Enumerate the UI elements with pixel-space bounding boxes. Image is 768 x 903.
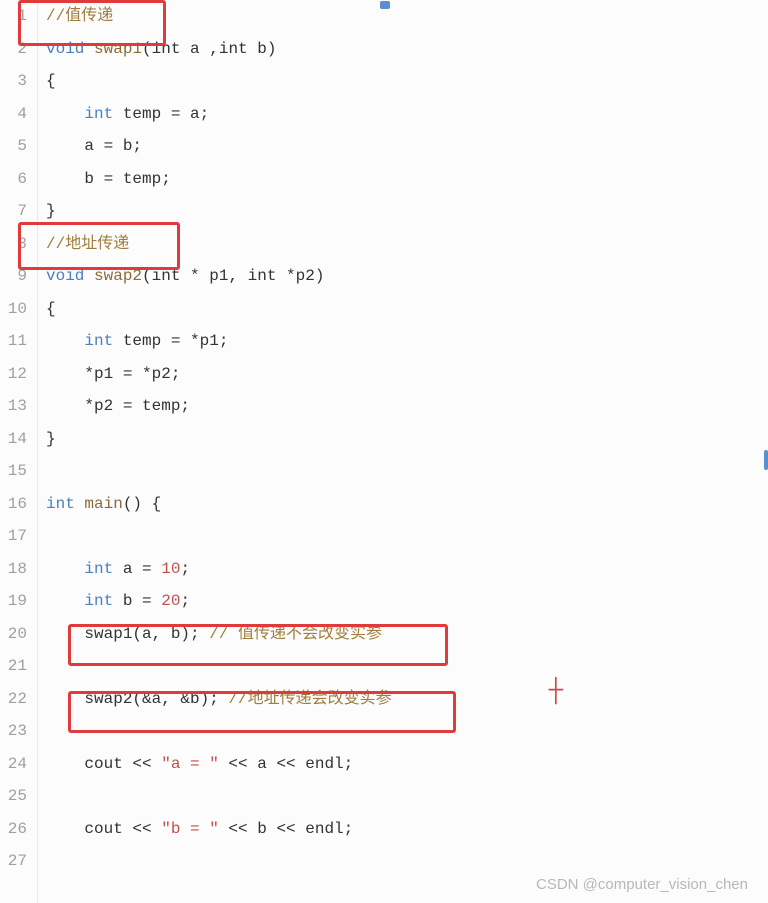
line-number: 26 bbox=[0, 813, 27, 846]
line-number: 24 bbox=[0, 748, 27, 781]
line-number: 7 bbox=[0, 195, 27, 228]
line-number: 20 bbox=[0, 618, 27, 651]
line-number: 1 bbox=[0, 0, 27, 33]
line-number: 2 bbox=[0, 33, 27, 66]
code-line[interactable]: cout << "a = " << a << endl; bbox=[46, 748, 768, 781]
code-line[interactable] bbox=[46, 845, 768, 878]
code-line[interactable] bbox=[46, 650, 768, 683]
code-line[interactable]: int b = 20; bbox=[46, 585, 768, 618]
line-number: 17 bbox=[0, 520, 27, 553]
line-number: 21 bbox=[0, 650, 27, 683]
code-line[interactable]: //地址传递 bbox=[46, 228, 768, 261]
line-number: 19 bbox=[0, 585, 27, 618]
line-number: 27 bbox=[0, 845, 27, 878]
scroll-marker-icon bbox=[764, 450, 768, 470]
code-line[interactable]: int main() { bbox=[46, 488, 768, 521]
line-number: 4 bbox=[0, 98, 27, 131]
line-number: 18 bbox=[0, 553, 27, 586]
line-number: 8 bbox=[0, 228, 27, 261]
line-number: 22 bbox=[0, 683, 27, 716]
code-line[interactable]: } bbox=[46, 423, 768, 456]
code-area[interactable]: //值传递 void swap1(int a ,int b) { int tem… bbox=[38, 0, 768, 903]
code-editor: 1 2 3 4 5 6 7 8 9 10 11 12 13 14 15 16 1… bbox=[0, 0, 768, 903]
line-number: 13 bbox=[0, 390, 27, 423]
code-line[interactable]: { bbox=[46, 65, 768, 98]
line-number: 6 bbox=[0, 163, 27, 196]
code-line[interactable]: int a = 10; bbox=[46, 553, 768, 586]
code-line[interactable]: int temp = a; bbox=[46, 98, 768, 131]
line-number: 15 bbox=[0, 455, 27, 488]
line-number: 25 bbox=[0, 780, 27, 813]
code-line[interactable]: //值传递 bbox=[46, 0, 768, 33]
line-number: 3 bbox=[0, 65, 27, 98]
code-line[interactable]: void swap2(int * p1, int *p2) bbox=[46, 260, 768, 293]
code-line[interactable]: swap2(&a, &b); //地址传递会改变实参 bbox=[46, 683, 768, 716]
line-number: 11 bbox=[0, 325, 27, 358]
code-line[interactable] bbox=[46, 455, 768, 488]
top-marker-icon bbox=[380, 1, 390, 9]
code-line[interactable] bbox=[46, 715, 768, 748]
code-line[interactable]: swap1(a, b); // 值传递不会改变实参 bbox=[46, 618, 768, 651]
line-number: 23 bbox=[0, 715, 27, 748]
line-number: 10 bbox=[0, 293, 27, 326]
code-line[interactable]: void swap1(int a ,int b) bbox=[46, 33, 768, 66]
line-number: 16 bbox=[0, 488, 27, 521]
code-line[interactable]: b = temp; bbox=[46, 163, 768, 196]
line-number: 9 bbox=[0, 260, 27, 293]
code-line[interactable] bbox=[46, 780, 768, 813]
line-number-gutter: 1 2 3 4 5 6 7 8 9 10 11 12 13 14 15 16 1… bbox=[0, 0, 38, 903]
code-line[interactable]: *p1 = *p2; bbox=[46, 358, 768, 391]
code-line[interactable]: int temp = *p1; bbox=[46, 325, 768, 358]
code-line[interactable]: { bbox=[46, 293, 768, 326]
line-number: 12 bbox=[0, 358, 27, 391]
code-line[interactable] bbox=[46, 520, 768, 553]
code-line[interactable]: a = b; bbox=[46, 130, 768, 163]
code-line[interactable]: cout << "b = " << b << endl; bbox=[46, 813, 768, 846]
line-number: 14 bbox=[0, 423, 27, 456]
code-line[interactable]: } bbox=[46, 195, 768, 228]
watermark-text: CSDN @computer_vision_chen bbox=[536, 876, 748, 893]
code-line[interactable]: *p2 = temp; bbox=[46, 390, 768, 423]
line-number: 5 bbox=[0, 130, 27, 163]
